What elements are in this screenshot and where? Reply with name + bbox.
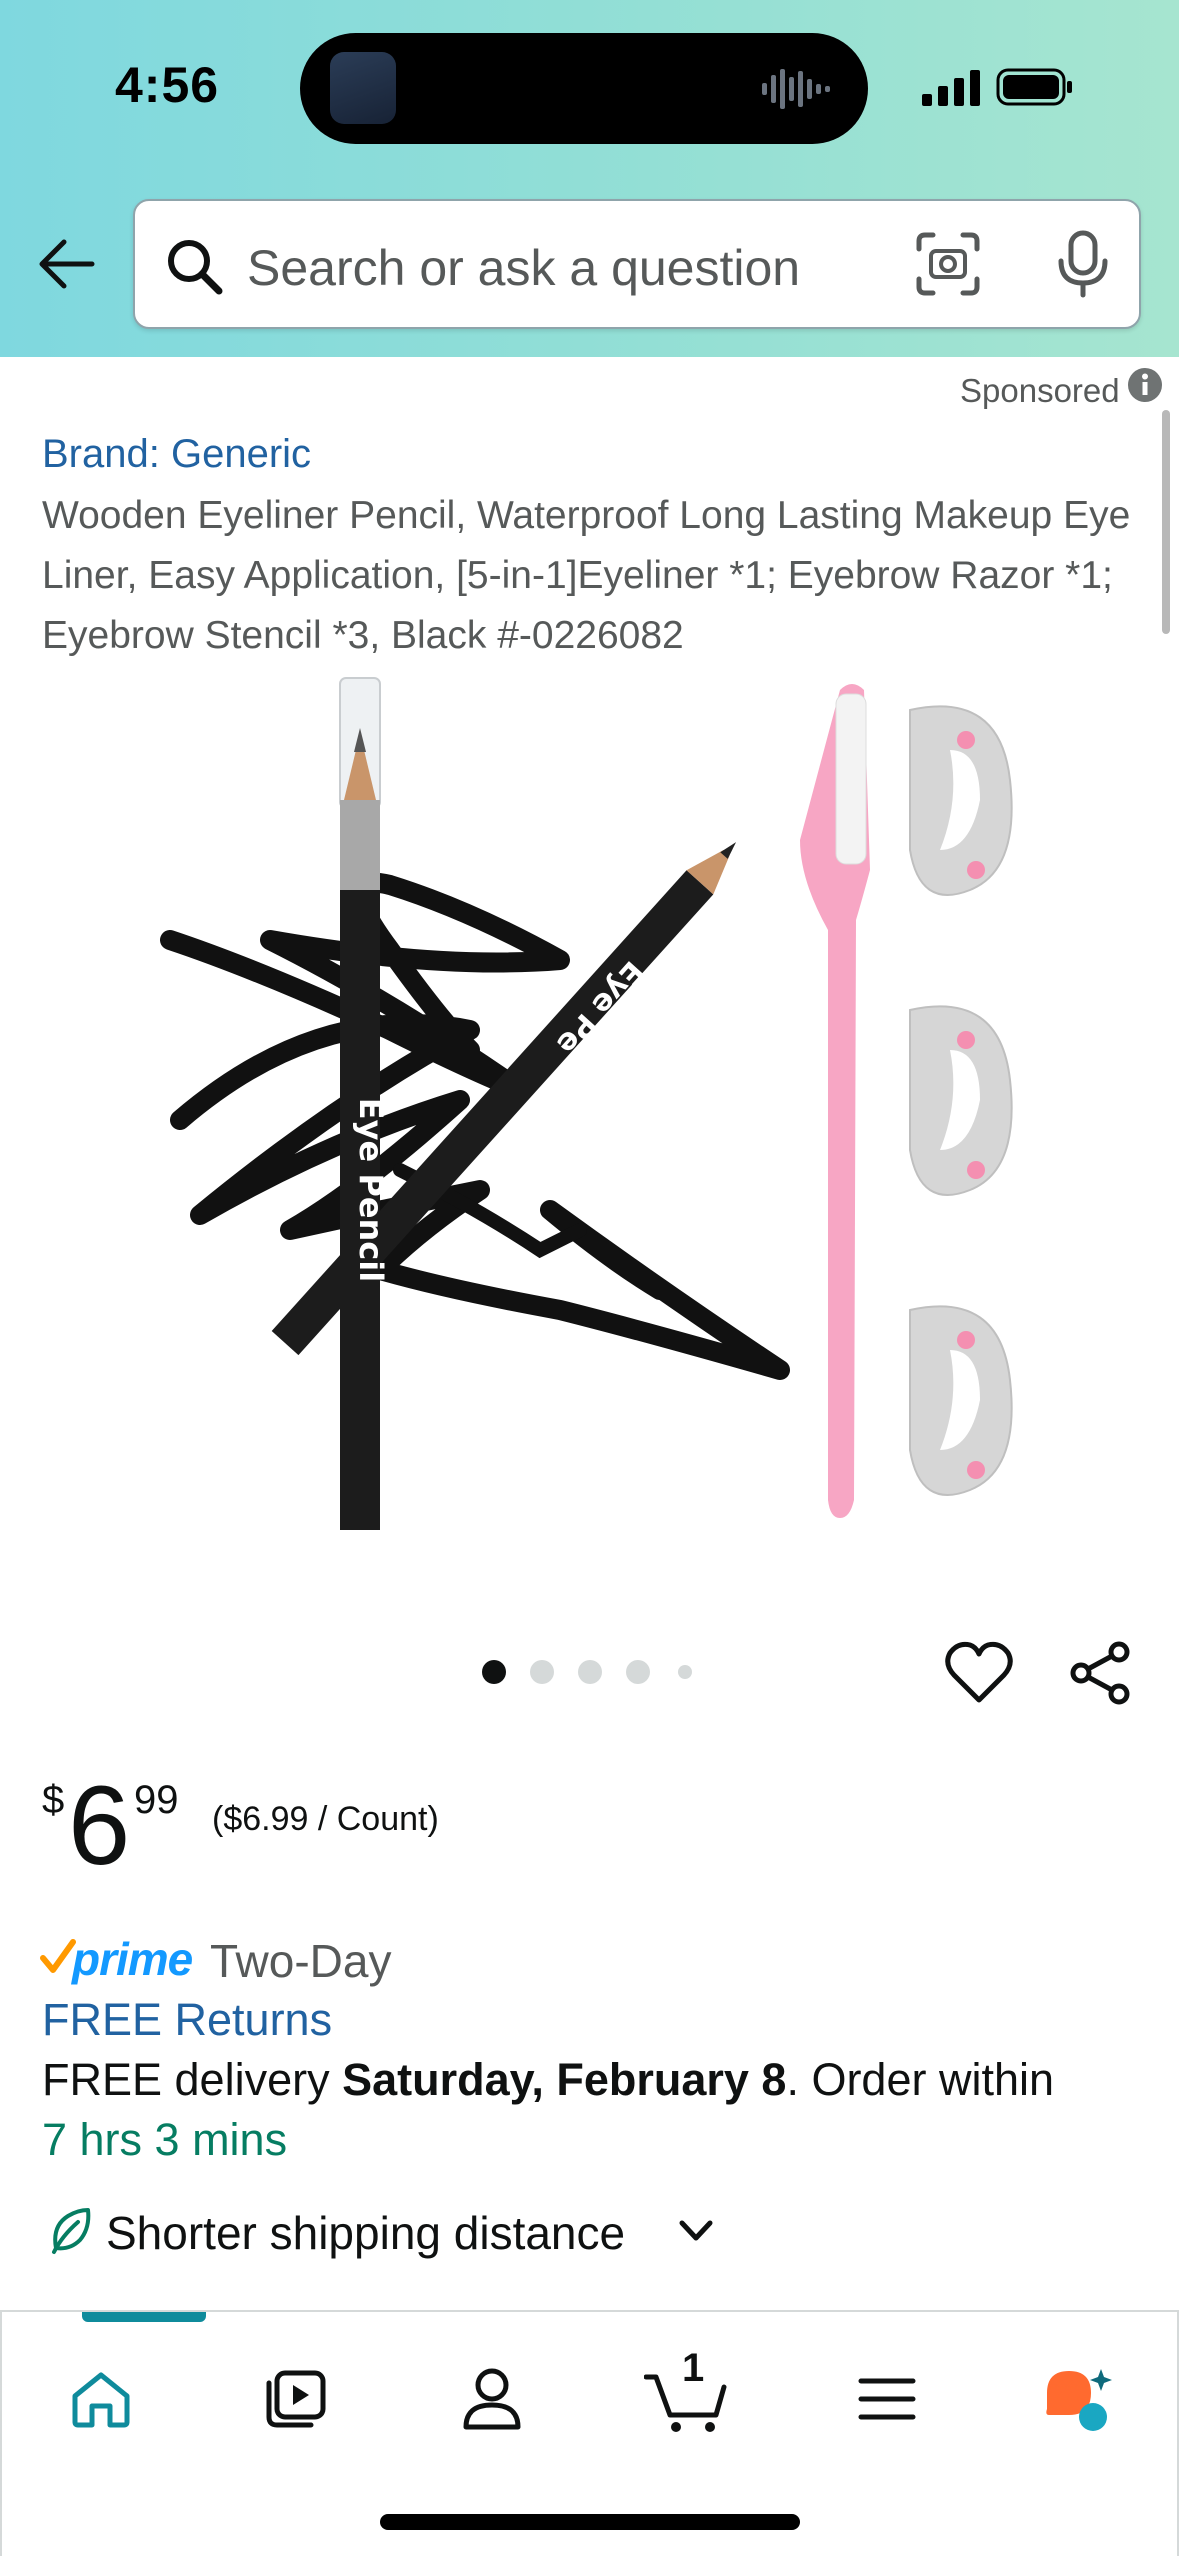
- shipping-label: Shorter shipping distance: [106, 2207, 626, 2259]
- carousel-dot-active[interactable]: [482, 1660, 506, 1684]
- share-icon[interactable]: [1065, 1640, 1137, 1706]
- unit-price: ($6.99 / Count): [212, 1800, 439, 1838]
- search-input[interactable]: Search or ask a question: [247, 239, 800, 297]
- nav-account[interactable]: [447, 2354, 537, 2444]
- prime-speed: Two-Day: [210, 1935, 392, 1987]
- free-returns-link[interactable]: FREE Returns: [42, 1994, 332, 2046]
- home-indicator[interactable]: [380, 2514, 800, 2530]
- delivery-order-within: . Order within: [786, 2054, 1055, 2105]
- account-icon: [463, 2368, 521, 2430]
- image-carousel-dots[interactable]: [482, 1660, 702, 1686]
- carousel-dot[interactable]: [530, 1660, 554, 1684]
- cart-count-badge: 1: [682, 2346, 705, 2390]
- price-fraction: 99: [134, 1778, 179, 1822]
- audio-wave-icon: [762, 69, 830, 109]
- carousel-dot[interactable]: [626, 1660, 650, 1684]
- hamburger-menu-icon: [858, 2378, 916, 2420]
- dynamic-island: [300, 33, 868, 144]
- delivery-prefix: FREE delivery: [42, 2054, 343, 2105]
- product-title: Wooden Eyeliner Pencil, Waterproof Long …: [42, 494, 1131, 657]
- camera-scan-icon[interactable]: [915, 231, 981, 297]
- prime-check-icon: [40, 1939, 76, 1973]
- price-symbol: $: [42, 1778, 65, 1822]
- delivery-info: FREE delivery Saturday, February 8. Orde…: [42, 2054, 1054, 2106]
- vertical-eye-pencil: Eye Pencil: [339, 677, 390, 1530]
- battery-icon: [996, 68, 1072, 106]
- search-icon: [168, 240, 223, 295]
- scrollbar[interactable]: [1162, 410, 1170, 634]
- brand-link[interactable]: Brand: Generic: [42, 432, 311, 477]
- info-icon[interactable]: [1126, 366, 1164, 404]
- now-playing-app-icon: [330, 52, 396, 124]
- cellular-signal-icon: [922, 70, 980, 106]
- product-image[interactable]: Eye Pe Eye Pencil: [140, 670, 1040, 1570]
- nav-video[interactable]: [250, 2354, 340, 2444]
- app-header: 4:56 Search or ask a question: [0, 0, 1179, 357]
- leaf-icon: [52, 2208, 91, 2254]
- status-time: 4:56: [115, 57, 220, 113]
- nav-active-indicator: [82, 2312, 206, 2322]
- nav-menu[interactable]: [842, 2354, 932, 2444]
- prime-logo: prime: [72, 1933, 193, 1985]
- nav-home[interactable]: [56, 2354, 146, 2444]
- sponsored-label: Sponsored: [960, 372, 1120, 409]
- chevron-down-icon: [679, 2220, 713, 2241]
- carousel-dot[interactable]: [578, 1660, 602, 1684]
- back-arrow-icon[interactable]: [30, 228, 102, 300]
- search-bar[interactable]: Search or ask a question: [133, 199, 1141, 329]
- heart-icon[interactable]: [944, 1640, 1014, 1706]
- nav-rufus[interactable]: [1034, 2354, 1124, 2444]
- microphone-icon[interactable]: [1053, 229, 1113, 299]
- delivery-date: Saturday, February 8: [342, 2054, 787, 2105]
- price-whole: 6: [68, 1763, 131, 1888]
- rufus-assistant-icon: [1046, 2369, 1112, 2431]
- video-icon: [266, 2370, 326, 2428]
- carousel-dot[interactable]: [678, 1665, 692, 1679]
- home-icon: [72, 2372, 130, 2428]
- pencil-label-1: Eye Pencil: [352, 1098, 390, 1282]
- eyebrow-razor: [800, 684, 870, 1518]
- order-countdown: 7 hrs 3 mins: [42, 2114, 288, 2165]
- nav-cart[interactable]: 1: [642, 2346, 732, 2444]
